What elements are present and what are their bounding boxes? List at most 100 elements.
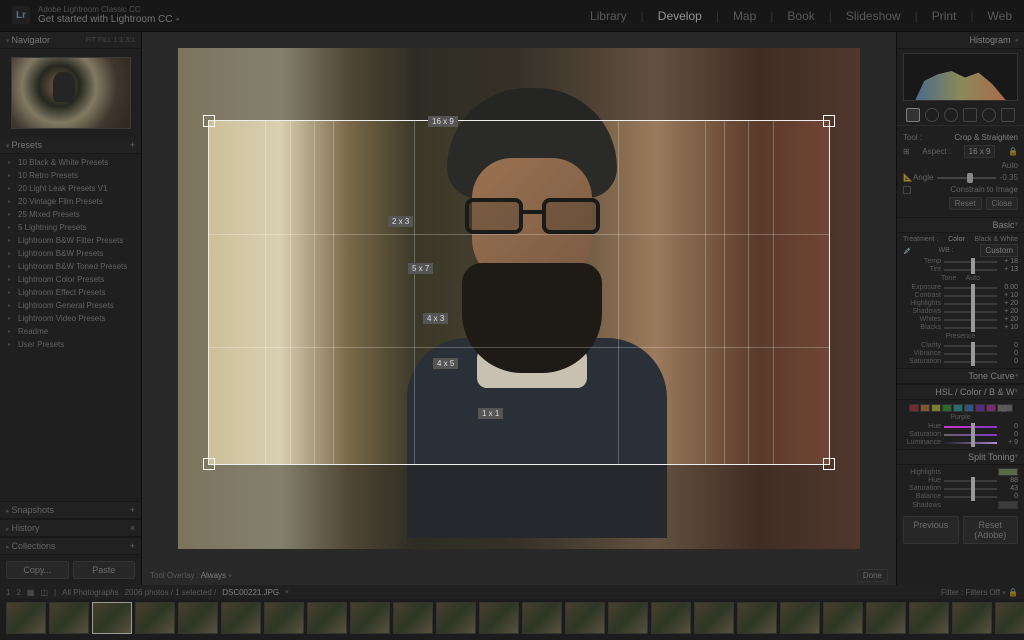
navigator-header[interactable]: ▾ Navigator FIT FILL 1:1 3:1 [0, 32, 141, 49]
constrain-checkbox[interactable] [903, 186, 911, 194]
preset-item[interactable]: 10 Retro Presets [0, 169, 141, 182]
shadows-slider[interactable] [944, 311, 997, 313]
wb-picker-icon[interactable]: 💉 [903, 247, 912, 255]
temp-slider[interactable] [944, 261, 997, 263]
crop-overlay[interactable] [208, 120, 830, 465]
preset-item[interactable]: 25 Mixed Presets [0, 208, 141, 221]
snapshots-header[interactable]: ▸ Snapshots+ [0, 501, 141, 519]
thumb[interactable] [6, 602, 46, 634]
hsl-header[interactable]: HSL / Color / B & W ▾ [897, 384, 1024, 400]
thumb[interactable] [737, 602, 777, 634]
basic-header[interactable]: Basic ▾ [897, 217, 1024, 233]
aspect-select[interactable]: 16 x 9 [964, 145, 996, 158]
clarity-slider[interactable] [944, 345, 997, 347]
preset-item[interactable]: User Presets [0, 338, 141, 351]
split-hl-swatch[interactable] [998, 468, 1018, 476]
split-balance-slider[interactable] [944, 496, 997, 498]
thumb[interactable] [135, 602, 175, 634]
preset-item[interactable]: Lightroom Color Presets [0, 273, 141, 286]
thumb[interactable] [694, 602, 734, 634]
thumb[interactable] [350, 602, 390, 634]
app-subtitle[interactable]: Get started with Lightroom CC▸ [38, 14, 180, 25]
ruler-icon[interactable]: 📐 [903, 173, 913, 182]
module-web[interactable]: Web [988, 9, 1012, 23]
thumb[interactable] [823, 602, 863, 634]
module-map[interactable]: Map [733, 9, 756, 23]
filter-select[interactable]: Filters Off [966, 588, 1001, 597]
tone-auto[interactable]: Auto [966, 275, 980, 282]
angle-auto[interactable]: Auto [1002, 161, 1018, 170]
thumb[interactable] [221, 602, 261, 634]
whites-slider[interactable] [944, 319, 997, 321]
split-hue-slider[interactable] [944, 480, 997, 482]
hsl-swatches[interactable]: All [903, 404, 1018, 412]
navigator-modes[interactable]: FIT FILL 1:1 3:1 [86, 37, 135, 44]
lock-icon[interactable]: 🔒 [1008, 147, 1018, 156]
split-header[interactable]: Split Toning ▾ [897, 449, 1024, 465]
navigator-thumbnail[interactable] [11, 57, 131, 129]
module-develop[interactable]: Develop [658, 9, 702, 23]
thumb[interactable] [264, 602, 304, 634]
preset-item[interactable]: Lightroom B&W Presets [0, 247, 141, 260]
done-button[interactable]: Done [857, 569, 888, 582]
crop-close-button[interactable]: Close [986, 197, 1018, 210]
hsl-lum-slider[interactable] [944, 442, 997, 444]
blacks-slider[interactable] [944, 327, 997, 329]
preset-item[interactable]: Readme [0, 325, 141, 338]
filter-lock-icon[interactable]: 🔒 [1008, 588, 1018, 597]
treatment-color[interactable]: Color [948, 236, 965, 243]
photo-canvas[interactable]: 16 x 9 2 x 3 5 x 7 4 x 3 4 x 5 1 x 1 [148, 38, 890, 559]
thumb[interactable] [995, 602, 1024, 634]
wb-select[interactable]: Custom [980, 244, 1018, 257]
hsl-hue-slider[interactable] [944, 426, 997, 428]
gradient-tool-icon[interactable] [963, 108, 977, 122]
secondary-display[interactable]: 1 [6, 588, 10, 597]
main-display[interactable]: 2 [16, 588, 20, 597]
presets-header[interactable]: ▾ Presets+ [0, 137, 141, 154]
thumb[interactable] [780, 602, 820, 634]
angle-slider[interactable] [937, 177, 995, 179]
thumb[interactable] [49, 602, 89, 634]
source-label[interactable]: All Photographs [62, 588, 118, 597]
thumb[interactable] [307, 602, 347, 634]
copy-button[interactable]: Copy... [6, 561, 69, 579]
spot-tool-icon[interactable] [925, 108, 939, 122]
collections-header[interactable]: ▸ Collections+ [0, 537, 141, 555]
compare-icon[interactable]: ◫ [40, 588, 48, 597]
thumb[interactable] [436, 602, 476, 634]
highlights-slider[interactable] [944, 303, 997, 305]
preset-item[interactable]: Lightroom Video Presets [0, 312, 141, 325]
preset-item[interactable]: 20 Vintage Film Presets [0, 195, 141, 208]
preset-item[interactable]: 10 Black & White Presets [0, 156, 141, 169]
crop-tool-icon[interactable] [906, 108, 920, 122]
histogram[interactable] [903, 53, 1018, 101]
filmstrip[interactable] [0, 599, 1024, 640]
exposure-slider[interactable] [944, 287, 997, 289]
thumb[interactable] [479, 602, 519, 634]
thumb[interactable] [178, 602, 218, 634]
previous-button[interactable]: Previous [903, 516, 959, 544]
thumb[interactable] [651, 602, 691, 634]
treatment-bw[interactable]: Black & White [974, 236, 1018, 243]
thumb[interactable] [92, 602, 132, 634]
module-slideshow[interactable]: Slideshow [846, 9, 901, 23]
histogram-header[interactable]: Histogram◂ [897, 32, 1024, 49]
thumb[interactable] [866, 602, 906, 634]
preset-item[interactable]: 5 Lightning Presets [0, 221, 141, 234]
history-header[interactable]: ▸ History× [0, 519, 141, 537]
thumb[interactable] [393, 602, 433, 634]
preset-item[interactable]: Lightroom Effect Presets [0, 286, 141, 299]
crop-grid-icon[interactable]: ⊞ [903, 147, 910, 156]
brush-tool-icon[interactable] [1001, 108, 1015, 122]
tonecurve-header[interactable]: Tone Curve ◂ [897, 368, 1024, 384]
preset-item[interactable]: Lightroom General Presets [0, 299, 141, 312]
thumb[interactable] [565, 602, 605, 634]
tint-slider[interactable] [944, 269, 997, 271]
module-book[interactable]: Book [787, 9, 814, 23]
module-print[interactable]: Print [932, 9, 957, 23]
preset-item[interactable]: Lightroom B&W Filter Presets [0, 234, 141, 247]
reset-button[interactable]: Reset (Adobe) [963, 516, 1019, 544]
radial-tool-icon[interactable] [982, 108, 996, 122]
vibrance-slider[interactable] [944, 353, 997, 355]
overlay-mode[interactable]: Always [201, 571, 226, 580]
